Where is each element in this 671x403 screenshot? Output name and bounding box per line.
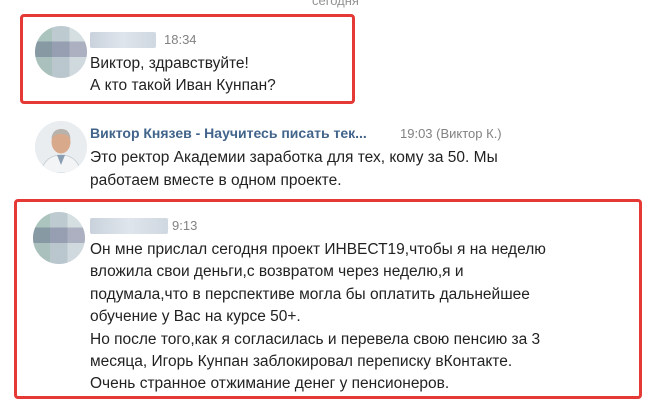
avatar[interactable] (35, 26, 87, 78)
sender-name-blurred[interactable] (90, 32, 156, 48)
date-separator: сегодня (312, 0, 359, 8)
message-line: Это ректор Академии заработка для тех, к… (90, 149, 498, 166)
message-line: Очень странное отжимание денег у пенсион… (90, 375, 450, 392)
sender-name-blurred[interactable] (90, 218, 168, 234)
message-line: месяца, Игорь Кунпан заблокировал перепи… (90, 353, 513, 370)
author-link[interactable]: Виктор Князев - Научитесь писать тек... (90, 125, 367, 141)
message-line: подумала,что в перспективе могла бы опла… (90, 286, 530, 303)
message-line: Но после того,как я согласилась и переве… (90, 331, 541, 348)
message-line: обучение у Вас на курсе 50+. (90, 308, 301, 325)
person-photo-icon (35, 121, 87, 173)
message-line: вложила свои деньги,с возвратом через не… (90, 263, 464, 280)
avatar[interactable] (35, 121, 87, 173)
message-line: Виктор, здравствуйте! (90, 55, 249, 72)
message-time[interactable]: 18:34 (164, 32, 197, 47)
message-time[interactable]: 19:03 (Виктор К.) (400, 126, 502, 141)
message-time[interactable]: 9:13 (172, 218, 197, 233)
message-line: работаем вместе в одном проекте. (90, 172, 342, 189)
avatar[interactable] (33, 212, 85, 264)
message-line: Он мне прислал сегодня проект ИНВЕСТ19,ч… (90, 241, 546, 258)
message-line: А кто такой Иван Кунпан? (90, 77, 276, 94)
